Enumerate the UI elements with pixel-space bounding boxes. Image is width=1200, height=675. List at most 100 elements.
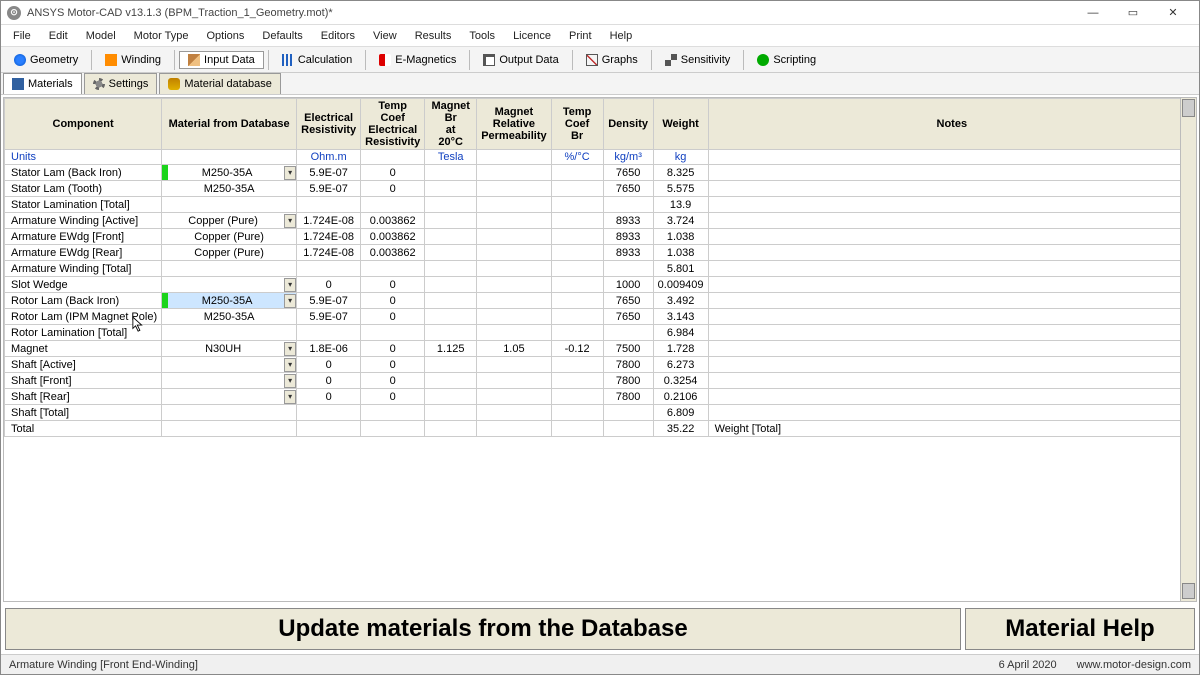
cell-tc[interactable]: 0 bbox=[361, 309, 425, 325]
cell-er[interactable] bbox=[297, 197, 361, 213]
menu-tools[interactable]: Tools bbox=[461, 27, 503, 45]
cell-tcb[interactable] bbox=[551, 197, 603, 213]
scroll-thumb-bottom[interactable] bbox=[1182, 583, 1195, 599]
cell-er[interactable]: 5.9E-07 bbox=[297, 293, 361, 309]
cell-notes[interactable] bbox=[708, 245, 1195, 261]
cell-er[interactable]: 5.9E-07 bbox=[297, 181, 361, 197]
cell-tcb[interactable]: -0.12 bbox=[551, 341, 603, 357]
col-material-from-database[interactable]: Material from Database bbox=[162, 99, 297, 150]
cell-tc[interactable]: 0.003862 bbox=[361, 213, 425, 229]
cell-mp[interactable] bbox=[477, 357, 551, 373]
cell-tc[interactable] bbox=[361, 325, 425, 341]
material-cell[interactable]: M250-35A bbox=[162, 309, 297, 325]
cell-br[interactable] bbox=[425, 229, 477, 245]
col-magnet-relative-permeability[interactable]: MagnetRelativePermeability bbox=[477, 99, 551, 150]
cell-notes[interactable] bbox=[708, 373, 1195, 389]
cell-tcb[interactable] bbox=[551, 245, 603, 261]
cell-br[interactable] bbox=[425, 181, 477, 197]
toolbar-winding[interactable]: Winding bbox=[96, 51, 170, 69]
component-cell[interactable]: Total bbox=[5, 421, 162, 437]
cell-den[interactable] bbox=[603, 405, 653, 421]
maximize-button[interactable]: ▭ bbox=[1113, 2, 1153, 24]
cell-mp[interactable] bbox=[477, 421, 551, 437]
component-cell[interactable]: Stator Lam (Tooth) bbox=[5, 181, 162, 197]
cell-er[interactable]: 0 bbox=[297, 357, 361, 373]
cell-tc[interactable]: 0 bbox=[361, 181, 425, 197]
cell-notes[interactable] bbox=[708, 181, 1195, 197]
menu-edit[interactable]: Edit bbox=[41, 27, 76, 45]
menu-help[interactable]: Help bbox=[602, 27, 641, 45]
toolbar-graphs[interactable]: Graphs bbox=[577, 51, 647, 69]
col-component[interactable]: Component bbox=[5, 99, 162, 150]
material-cell[interactable] bbox=[162, 325, 297, 341]
cell-mp[interactable] bbox=[477, 213, 551, 229]
cell-tc[interactable] bbox=[361, 261, 425, 277]
cell-den[interactable]: 7800 bbox=[603, 373, 653, 389]
cell-tcb[interactable] bbox=[551, 357, 603, 373]
material-cell[interactable]: Copper (Pure) bbox=[162, 245, 297, 261]
menu-defaults[interactable]: Defaults bbox=[254, 27, 310, 45]
subtab-materials[interactable]: Materials bbox=[3, 73, 82, 94]
dropdown-icon[interactable]: ▾ bbox=[284, 294, 296, 308]
component-cell[interactable]: Armature EWdg [Front] bbox=[5, 229, 162, 245]
cell-notes[interactable] bbox=[708, 165, 1195, 181]
cell-notes[interactable] bbox=[708, 261, 1195, 277]
grid-scrollbar[interactable] bbox=[1180, 98, 1196, 601]
cell-tc[interactable]: 0.003862 bbox=[361, 245, 425, 261]
cell-den[interactable]: 8933 bbox=[603, 245, 653, 261]
cell-mp[interactable] bbox=[477, 229, 551, 245]
cell-tc[interactable]: 0.003862 bbox=[361, 229, 425, 245]
component-cell[interactable]: Rotor Lam (IPM Magnet Pole) bbox=[5, 309, 162, 325]
component-cell[interactable]: Shaft [Front] bbox=[5, 373, 162, 389]
dropdown-icon[interactable]: ▾ bbox=[284, 278, 296, 292]
dropdown-icon[interactable]: ▾ bbox=[284, 390, 296, 404]
cell-tcb[interactable] bbox=[551, 325, 603, 341]
cell-er[interactable]: 0 bbox=[297, 389, 361, 405]
cell-den[interactable]: 7650 bbox=[603, 309, 653, 325]
component-cell[interactable]: Armature EWdg [Rear] bbox=[5, 245, 162, 261]
cell-notes[interactable] bbox=[708, 293, 1195, 309]
cell-br[interactable] bbox=[425, 165, 477, 181]
cell-den[interactable]: 7650 bbox=[603, 293, 653, 309]
component-cell[interactable]: Magnet bbox=[5, 341, 162, 357]
col-temp-coef-electrical-resistivity[interactable]: TempCoefElectricalResistivity bbox=[361, 99, 425, 150]
cell-mp[interactable] bbox=[477, 389, 551, 405]
menu-print[interactable]: Print bbox=[561, 27, 600, 45]
cell-wt[interactable]: 5.575 bbox=[653, 181, 708, 197]
cell-mp[interactable] bbox=[477, 165, 551, 181]
cell-wt[interactable]: 1.038 bbox=[653, 229, 708, 245]
cell-tcb[interactable] bbox=[551, 373, 603, 389]
menu-results[interactable]: Results bbox=[407, 27, 460, 45]
cell-wt[interactable]: 3.492 bbox=[653, 293, 708, 309]
cell-er[interactable]: 5.9E-07 bbox=[297, 309, 361, 325]
cell-mp[interactable] bbox=[477, 373, 551, 389]
cell-er[interactable]: 1.724E-08 bbox=[297, 213, 361, 229]
cell-tc[interactable] bbox=[361, 421, 425, 437]
cell-den[interactable] bbox=[603, 325, 653, 341]
menu-motor-type[interactable]: Motor Type bbox=[126, 27, 197, 45]
dropdown-icon[interactable]: ▾ bbox=[284, 342, 296, 356]
cell-notes[interactable] bbox=[708, 357, 1195, 373]
cell-tcb[interactable] bbox=[551, 421, 603, 437]
cell-notes[interactable] bbox=[708, 197, 1195, 213]
cell-den[interactable] bbox=[603, 197, 653, 213]
cell-br[interactable] bbox=[425, 293, 477, 309]
cell-tc[interactable]: 0 bbox=[361, 389, 425, 405]
cell-mp[interactable] bbox=[477, 405, 551, 421]
col-temp-coef-br[interactable]: TempCoefBr bbox=[551, 99, 603, 150]
cell-mp[interactable] bbox=[477, 245, 551, 261]
cell-wt[interactable]: 13.9 bbox=[653, 197, 708, 213]
cell-tc[interactable]: 0 bbox=[361, 293, 425, 309]
dropdown-icon[interactable]: ▾ bbox=[284, 166, 296, 180]
cell-br[interactable] bbox=[425, 309, 477, 325]
cell-br[interactable]: 1.125 bbox=[425, 341, 477, 357]
cell-wt[interactable]: 0.2106 bbox=[653, 389, 708, 405]
toolbar-sensitivity[interactable]: Sensitivity bbox=[656, 51, 740, 69]
component-cell[interactable]: Shaft [Active] bbox=[5, 357, 162, 373]
cell-mp[interactable] bbox=[477, 181, 551, 197]
component-cell[interactable]: Stator Lamination [Total] bbox=[5, 197, 162, 213]
component-cell[interactable]: Shaft [Rear] bbox=[5, 389, 162, 405]
cell-tcb[interactable] bbox=[551, 405, 603, 421]
dropdown-icon[interactable]: ▾ bbox=[284, 214, 296, 228]
cell-tc[interactable] bbox=[361, 405, 425, 421]
